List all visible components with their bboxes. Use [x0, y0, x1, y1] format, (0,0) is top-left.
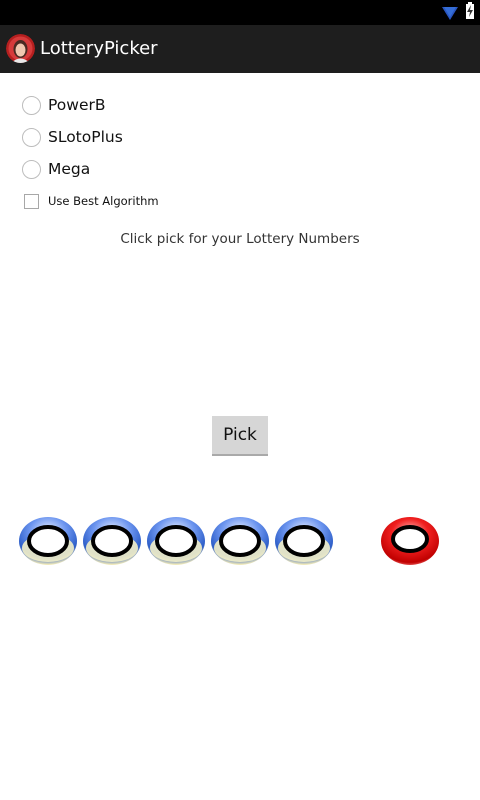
wifi-icon [442, 7, 458, 20]
radio-option-slotoplus[interactable]: SLotoPlus [22, 123, 322, 151]
radio-label: PowerB [48, 96, 106, 114]
special-ball-icon [381, 517, 439, 565]
instruction-text: Click pick for your Lottery Numbers [120, 231, 360, 247]
radio-option-mega[interactable]: Mega [22, 155, 322, 183]
radio-label: Mega [48, 160, 91, 178]
radio-button-icon[interactable] [22, 95, 41, 115]
best-algorithm-checkbox[interactable] [24, 193, 39, 209]
ball-icon [275, 517, 333, 565]
checkbox-label: Use Best Algorithm [48, 194, 159, 208]
lottery-balls [0, 515, 480, 569]
radio-button-icon[interactable] [22, 127, 41, 147]
best-algorithm-checkbox-row[interactable]: Use Best Algorithm [24, 192, 324, 210]
ball-icon [19, 517, 77, 565]
radio-button-icon[interactable] [22, 159, 41, 179]
app-title: LotteryPicker [40, 38, 158, 59]
radio-option-powerb[interactable]: PowerB [22, 91, 322, 119]
app-avatar-icon[interactable] [6, 34, 35, 63]
action-bar: LotteryPicker [0, 25, 480, 73]
ball-icon [147, 517, 205, 565]
ball-icon [83, 517, 141, 565]
ball-icon [211, 517, 269, 565]
pick-button[interactable]: Pick [212, 416, 268, 456]
status-bar [0, 0, 480, 25]
radio-label: SLotoPlus [48, 128, 123, 146]
battery-charging-icon [466, 2, 474, 19]
